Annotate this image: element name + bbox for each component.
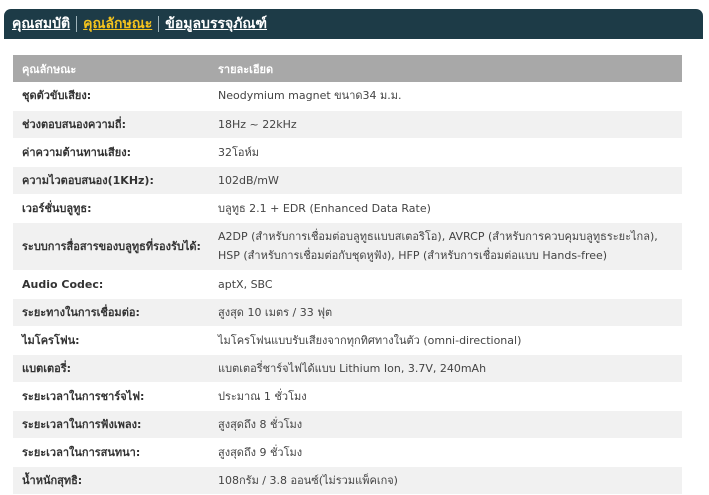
spec-value: 32โอห์ม bbox=[209, 138, 682, 167]
table-row: ไมโครโฟน: ไมโครโฟนแบบรับเสียงจากทุกทิศทา… bbox=[13, 326, 682, 355]
table-row: Audio Codec: aptX, SBC bbox=[13, 270, 682, 299]
spec-table-header-row: คุณลักษณะ รายละเอียด bbox=[13, 55, 682, 82]
spec-key: ค่าความต้านทานเสียง: bbox=[13, 138, 209, 167]
spec-value: aptX, SBC bbox=[209, 270, 682, 299]
table-row: น้ำหนักสุทธิ: 108กรัม / 3.8 ออนซ์(ไม่รวม… bbox=[13, 466, 682, 495]
tab-separator bbox=[158, 16, 160, 32]
spec-key: น้ำหนักสุทธิ: bbox=[13, 466, 209, 495]
spec-key: ความไวตอบสนอง(1KHz): bbox=[13, 166, 209, 195]
column-header-detail: รายละเอียด bbox=[209, 55, 682, 82]
table-row: ช่วงตอบสนองความถี่: 18Hz ~ 22kHz bbox=[13, 110, 682, 139]
spec-value: ประมาณ 1 ชั่วโมง bbox=[209, 382, 682, 411]
spec-key: แบตเตอรี่: bbox=[13, 354, 209, 383]
table-row: ระยะเวลาในการสนทนา: สูงสุดถึง 9 ชั่วโมง bbox=[13, 438, 682, 467]
tab-bar: คุณสมบัติ คุณลักษณะ ข้อมูลบรรจุภัณฑ์ bbox=[4, 9, 703, 39]
spec-key: Audio Codec: bbox=[13, 270, 209, 299]
spec-table: คุณลักษณะ รายละเอียด ชุดตัวขับเสียง: Neo… bbox=[13, 55, 682, 495]
spec-key: ช่วงตอบสนองความถี่: bbox=[13, 110, 209, 139]
spec-key: ไมโครโฟน: bbox=[13, 326, 209, 355]
spec-table-container: คุณลักษณะ รายละเอียด ชุดตัวขับเสียง: Neo… bbox=[13, 55, 682, 495]
column-header-feature: คุณลักษณะ bbox=[13, 55, 209, 82]
spec-value: 18Hz ~ 22kHz bbox=[209, 110, 682, 139]
spec-value: สูงสุดถึง 9 ชั่วโมง bbox=[209, 438, 682, 467]
spec-value: บลูทูธ 2.1 + EDR (Enhanced Data Rate) bbox=[209, 194, 682, 223]
table-row: ระบบการสื่อสารของบลูทูธที่รองรับได้: A2D… bbox=[13, 222, 682, 271]
spec-value: แบตเตอรี่ชาร์จไฟได้แบบ Lithium Ion, 3.7V… bbox=[209, 354, 682, 383]
spec-key: เวอร์ชั่นบลูทูธ: bbox=[13, 194, 209, 223]
spec-value: A2DP (สำหรับการเชื่อมต่อบลูทูธแบบสเตอริโ… bbox=[209, 222, 682, 271]
tab-packaging-info[interactable]: ข้อมูลบรรจุภัณฑ์ bbox=[165, 13, 267, 35]
spec-value: Neodymium magnet ขนาด34 ม.ม. bbox=[209, 82, 682, 111]
spec-key: ระบบการสื่อสารของบลูทูธที่รองรับได้: bbox=[13, 222, 209, 271]
table-row: ระยะเวลาในการฟังเพลง: สูงสุดถึง 8 ชั่วโม… bbox=[13, 410, 682, 439]
spec-value: สูงสุด 10 เมตร / 33 ฟุต bbox=[209, 298, 682, 327]
table-row: เวอร์ชั่นบลูทูธ: บลูทูธ 2.1 + EDR (Enhan… bbox=[13, 194, 682, 223]
spec-key: ระยะเวลาในการชาร์จไฟ: bbox=[13, 382, 209, 411]
spec-value: สูงสุดถึง 8 ชั่วโมง bbox=[209, 410, 682, 439]
spec-value: 102dB/mW bbox=[209, 166, 682, 195]
table-row: ค่าความต้านทานเสียง: 32โอห์ม bbox=[13, 138, 682, 167]
table-row: ชุดตัวขับเสียง: Neodymium magnet ขนาด34 … bbox=[13, 82, 682, 111]
table-row: ระยะเวลาในการชาร์จไฟ: ประมาณ 1 ชั่วโมง bbox=[13, 382, 682, 411]
table-row: แบตเตอรี่: แบตเตอรี่ชาร์จไฟได้แบบ Lithiu… bbox=[13, 354, 682, 383]
tab-separator bbox=[76, 16, 78, 32]
tab-features[interactable]: คุณสมบัติ bbox=[12, 13, 70, 35]
table-row: ความไวตอบสนอง(1KHz): 102dB/mW bbox=[13, 166, 682, 195]
spec-key: ระยะเวลาในการฟังเพลง: bbox=[13, 410, 209, 439]
tab-specifications[interactable]: คุณลักษณะ bbox=[83, 13, 152, 35]
spec-key: ระยะทางในการเชื่อมต่อ: bbox=[13, 298, 209, 327]
table-row: ระยะทางในการเชื่อมต่อ: สูงสุด 10 เมตร / … bbox=[13, 298, 682, 327]
spec-key: ชุดตัวขับเสียง: bbox=[13, 82, 209, 111]
spec-value: 108กรัม / 3.8 ออนซ์(ไม่รวมแพ็คเกจ) bbox=[209, 466, 682, 495]
spec-key: ระยะเวลาในการสนทนา: bbox=[13, 438, 209, 467]
spec-value: ไมโครโฟนแบบรับเสียงจากทุกทิศทางในตัว (om… bbox=[209, 326, 682, 355]
